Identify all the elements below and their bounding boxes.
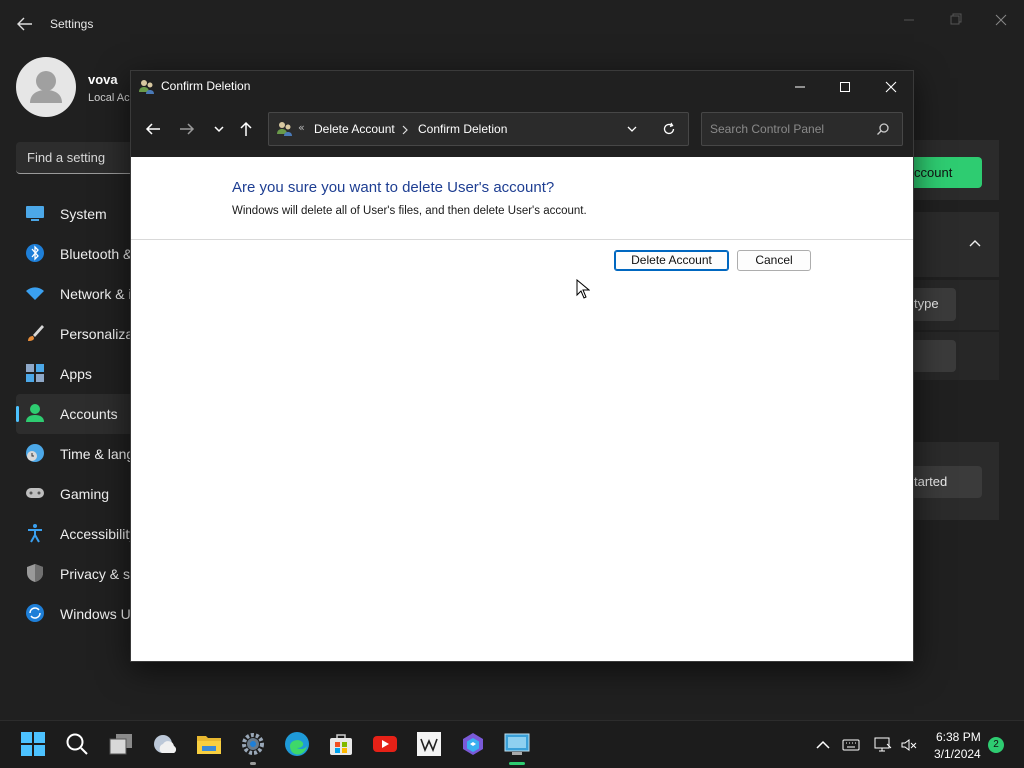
search-control-panel[interactable]: [701, 112, 903, 146]
close-icon[interactable]: [879, 77, 903, 97]
nav-item-privacy[interactable]: Privacy & security: [16, 554, 171, 594]
nav-item-apps[interactable]: Apps: [16, 354, 136, 394]
apps-icon: [26, 364, 44, 382]
nav-item-windows-update[interactable]: Windows Update: [16, 594, 166, 634]
search-icon[interactable]: [876, 122, 890, 136]
search-icon[interactable]: [64, 731, 90, 757]
nav-item-accounts[interactable]: Accounts: [16, 394, 136, 434]
change-account-type-button[interactable]: type: [914, 288, 956, 321]
clock-date[interactable]: 3/1/2024: [934, 747, 981, 761]
cancel-button[interactable]: Cancel: [737, 250, 811, 271]
chevron-up-icon[interactable]: [814, 736, 832, 754]
microsoft-store-icon[interactable]: [328, 731, 354, 757]
accessibility-icon: [28, 524, 42, 543]
divider: [131, 239, 913, 240]
network-icon: [26, 287, 44, 300]
wikipedia-icon[interactable]: [416, 731, 442, 757]
notification-badge[interactable]: 2: [988, 737, 1004, 753]
avatar: [16, 57, 76, 117]
user-accounts-icon: [277, 122, 292, 136]
breadcrumb-confirm-deletion[interactable]: Confirm Deletion: [418, 122, 507, 136]
refresh-icon[interactable]: [662, 122, 676, 136]
recent-locations-chevron-icon[interactable]: [207, 117, 231, 141]
maximize-icon[interactable]: [833, 77, 857, 97]
system-icon: [26, 206, 44, 221]
breadcrumb-delete-account[interactable]: Delete Account: [314, 122, 395, 136]
forward-arrow-icon[interactable]: [175, 117, 199, 141]
nav-item-time-language[interactable]: Time & language: [16, 434, 165, 474]
back-arrow-icon[interactable]: [14, 13, 36, 35]
settings-titlebar: Settings: [0, 0, 1024, 48]
confirm-deletion-window: Confirm Deletion « Delete Account Confir…: [130, 70, 914, 662]
edge-browser-icon[interactable]: [284, 731, 310, 757]
shield-icon: [27, 564, 43, 582]
clock-icon: [26, 444, 44, 462]
dialog-content: Are you sure you want to delete User's a…: [131, 157, 913, 661]
address-bar[interactable]: « Delete Account Confirm Deletion: [268, 112, 689, 146]
nav-item-network[interactable]: Network & internet: [16, 274, 175, 314]
find-setting-placeholder: Find a setting: [27, 150, 106, 165]
nav-item-gaming[interactable]: Gaming: [16, 474, 136, 514]
nav-item-bluetooth[interactable]: Bluetooth & devices: [16, 234, 184, 274]
widgets-weather-icon[interactable]: [152, 731, 178, 757]
keyboard-icon[interactable]: [842, 736, 860, 754]
get-started-button[interactable]: tarted: [914, 466, 982, 498]
active-indicator: [16, 406, 19, 422]
youtube-icon[interactable]: [372, 731, 398, 757]
dialog-titlebar: Confirm Deletion: [131, 71, 913, 103]
running-indicator: [250, 762, 256, 765]
minimize-icon[interactable]: [788, 77, 812, 97]
mouse-cursor-icon: [576, 279, 590, 299]
add-account-button[interactable]: ccount: [914, 157, 982, 188]
breadcrumb-chevron-icon[interactable]: [400, 125, 410, 135]
nav-item-accessibility[interactable]: Accessibility: [16, 514, 136, 554]
volume-muted-icon[interactable]: [900, 736, 918, 754]
active-app-indicator: [509, 762, 525, 765]
minimize-icon[interactable]: [896, 10, 922, 30]
user-accounts-icon: [139, 80, 154, 94]
display-icon[interactable]: [874, 736, 892, 754]
confirm-heading: Are you sure you want to delete User's a…: [232, 179, 555, 196]
copilot-icon[interactable]: [460, 731, 486, 757]
find-setting-input[interactable]: Find a setting: [16, 142, 146, 174]
back-arrow-icon[interactable]: [141, 117, 165, 141]
chevron-up-icon[interactable]: [968, 238, 982, 248]
file-explorer-icon[interactable]: [196, 731, 222, 757]
accounts-icon: [26, 404, 44, 422]
settings-title: Settings: [50, 17, 94, 31]
start-windows-icon[interactable]: [20, 731, 46, 757]
dialog-title: Confirm Deletion: [161, 79, 251, 93]
search-input[interactable]: [702, 113, 872, 145]
update-icon: [26, 604, 44, 622]
task-view-icon[interactable]: [108, 731, 134, 757]
settings-gear-icon[interactable]: [240, 731, 266, 757]
nav-item-personalization[interactable]: Personalization: [16, 314, 156, 354]
gamepad-icon: [26, 488, 44, 498]
user-name: vova: [88, 72, 118, 87]
breadcrumb-overflow[interactable]: «: [298, 121, 305, 134]
nav-item-system[interactable]: System: [16, 194, 136, 234]
navigation-toolbar: « Delete Account Confirm Deletion: [131, 103, 913, 157]
user-silhouette-icon: [30, 71, 62, 103]
bluetooth-icon: [26, 244, 44, 262]
confirm-description: Windows will delete all of User's files,…: [232, 205, 587, 217]
delete-account-button[interactable]: Delete Account: [614, 250, 729, 271]
brush-icon: [28, 325, 44, 341]
control-panel-icon[interactable]: [504, 731, 530, 757]
clock-time[interactable]: 6:38 PM: [936, 730, 981, 744]
taskbar: 6:38 PM 3/1/2024 2: [0, 720, 1024, 768]
settings-nav: System Bluetooth & devices Network & int…: [16, 194, 184, 634]
restore-icon[interactable]: [942, 10, 968, 30]
user-expander-card[interactable]: [914, 212, 999, 277]
remove-button[interactable]: [914, 340, 956, 372]
up-arrow-icon[interactable]: [234, 117, 258, 141]
close-icon[interactable]: [988, 10, 1014, 30]
chevron-down-icon[interactable]: [625, 122, 639, 136]
